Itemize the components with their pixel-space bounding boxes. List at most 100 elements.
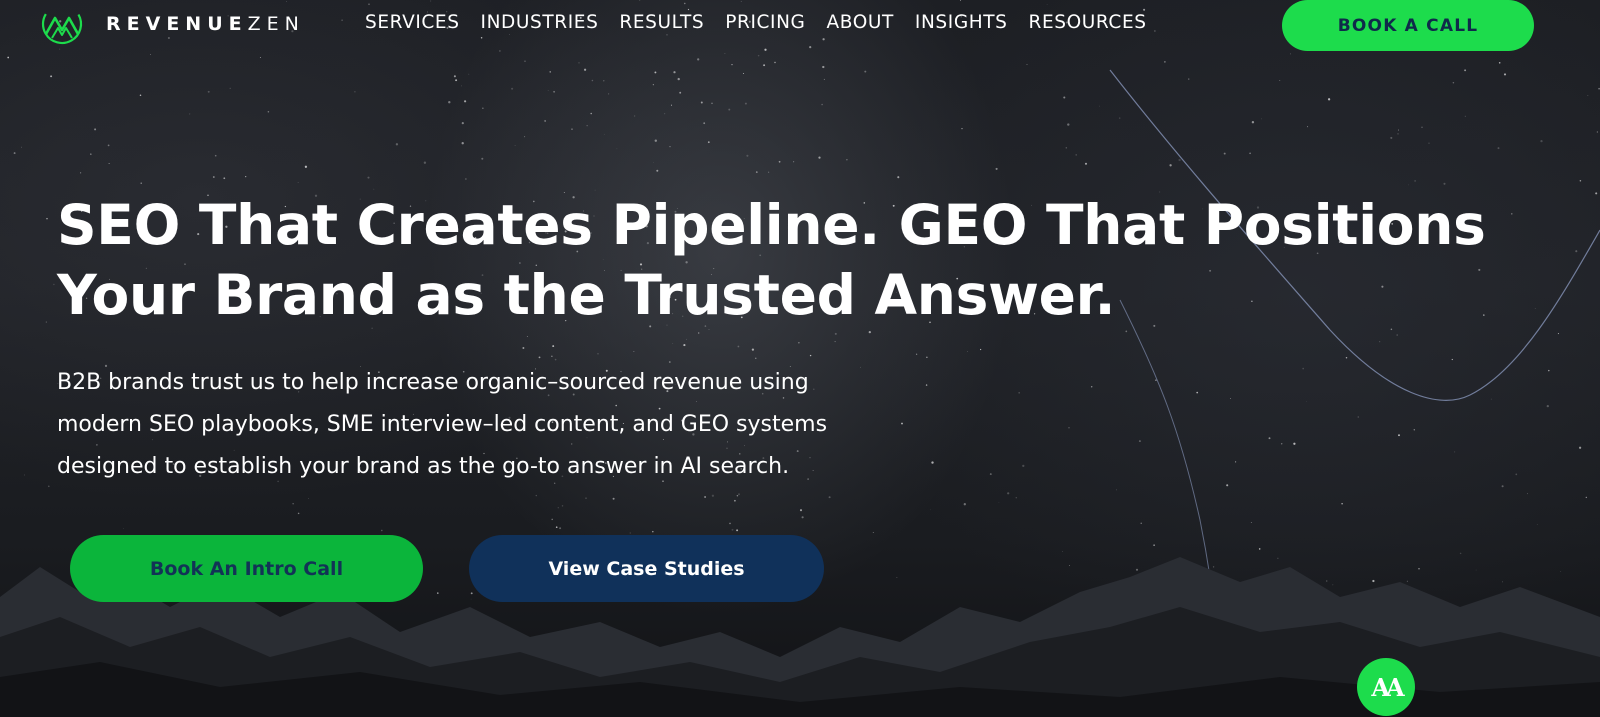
- star: [629, 532, 631, 534]
- star: [590, 112, 592, 115]
- star: [1398, 434, 1400, 437]
- star: [482, 107, 484, 109]
- page: REVENUEZEN SERVICES INDUSTRIES RESULTS P…: [0, 0, 1600, 717]
- star: [979, 348, 982, 351]
- star: [423, 161, 427, 164]
- star: [1534, 308, 1536, 310]
- star: [297, 182, 299, 183]
- star: [751, 348, 755, 351]
- star: [683, 344, 686, 347]
- nav-item-services[interactable]: SERVICES: [365, 11, 460, 35]
- star: [1138, 440, 1141, 443]
- star: [603, 80, 605, 82]
- star: [685, 338, 687, 340]
- star: [1212, 566, 1215, 568]
- star: [809, 354, 812, 357]
- star: [551, 518, 553, 521]
- star: [90, 153, 92, 155]
- site-header: REVENUEZEN SERVICES INDUSTRIES RESULTS P…: [0, 0, 1600, 51]
- star: [818, 156, 821, 159]
- star: [744, 102, 747, 105]
- star: [799, 509, 803, 512]
- star: [259, 57, 261, 58]
- star: [597, 352, 599, 355]
- star: [461, 122, 464, 125]
- star: [1259, 594, 1261, 596]
- star: [395, 143, 399, 146]
- star: [585, 497, 587, 499]
- star: [80, 172, 82, 174]
- star: [653, 162, 654, 163]
- star: [551, 355, 553, 357]
- star: [453, 75, 456, 78]
- star: [1178, 158, 1181, 162]
- star: [1188, 78, 1190, 80]
- book-a-call-button[interactable]: BOOK A CALL: [1282, 0, 1534, 51]
- star: [207, 90, 210, 93]
- star: [1443, 182, 1446, 185]
- star: [59, 48, 61, 50]
- star: [757, 54, 760, 57]
- star: [742, 72, 745, 75]
- nav-item-resources[interactable]: RESOURCES: [1029, 11, 1147, 35]
- star: [437, 592, 439, 594]
- accessibility-icon[interactable]: AA: [1357, 658, 1415, 716]
- star: [45, 321, 47, 323]
- star: [821, 103, 823, 106]
- star: [711, 494, 715, 497]
- star: [1251, 121, 1255, 124]
- accessibility-widget-label: AA: [1371, 672, 1404, 702]
- star: [1279, 80, 1281, 81]
- nav-item-results[interactable]: RESULTS: [619, 11, 704, 35]
- nav-item-industries[interactable]: INDUSTRIES: [481, 11, 599, 35]
- star: [354, 91, 356, 93]
- hero-subheadline: B2B brands trust us to help increase org…: [57, 362, 997, 488]
- star: [555, 526, 558, 529]
- nav-item-about[interactable]: ABOUT: [826, 11, 893, 35]
- star: [1116, 489, 1117, 491]
- star: [1067, 123, 1070, 126]
- star: [53, 283, 55, 286]
- brand-logo-link[interactable]: REVENUEZEN: [40, 2, 305, 46]
- star: [1396, 334, 1398, 336]
- star: [1372, 579, 1375, 583]
- star: [1007, 492, 1010, 495]
- star: [834, 332, 837, 335]
- star: [1290, 53, 1292, 55]
- star: [616, 148, 618, 150]
- star: [729, 522, 731, 525]
- star: [793, 161, 795, 163]
- star: [1503, 73, 1507, 76]
- star: [514, 145, 516, 146]
- star: [1497, 147, 1500, 150]
- star: [1397, 129, 1399, 131]
- star: [1140, 522, 1142, 524]
- star: [1357, 416, 1359, 418]
- star: [963, 503, 966, 506]
- star: [108, 163, 110, 164]
- star: [1452, 82, 1455, 84]
- book-intro-call-button[interactable]: Book An Intro Call: [70, 535, 423, 602]
- nav-item-insights[interactable]: INSIGHTS: [915, 11, 1008, 35]
- nav-item-pricing[interactable]: PRICING: [725, 11, 805, 35]
- star: [552, 345, 555, 348]
- hero-headline-line-1: SEO That Creates Pipeline. GEO That Posi…: [57, 193, 1486, 257]
- star: [1332, 584, 1334, 586]
- star: [107, 144, 110, 147]
- star: [724, 52, 726, 54]
- star: [673, 71, 676, 74]
- star: [728, 108, 731, 111]
- mountain-peak-logo-icon: [41, 3, 83, 45]
- star: [7, 56, 10, 59]
- star: [1018, 392, 1020, 394]
- star: [1062, 551, 1063, 552]
- star: [304, 165, 308, 168]
- star: [763, 64, 766, 67]
- star: [229, 87, 231, 89]
- view-case-studies-button[interactable]: View Case Studies: [469, 535, 824, 602]
- star: [930, 509, 931, 511]
- star: [1578, 446, 1582, 449]
- star: [801, 516, 804, 519]
- star: [1223, 152, 1226, 155]
- star: [822, 65, 825, 69]
